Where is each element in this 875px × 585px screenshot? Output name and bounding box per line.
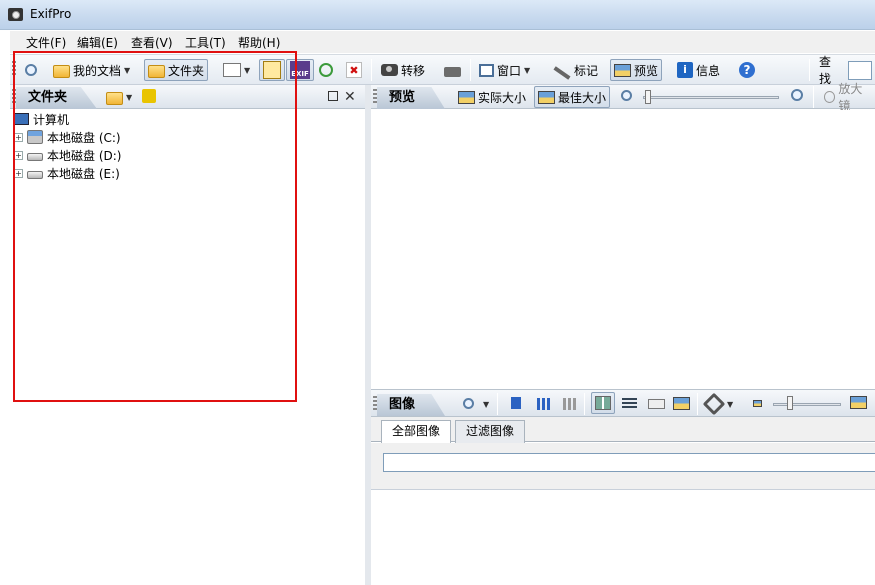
actual-size-label: 实际大小 — [478, 90, 527, 105]
info-icon: i — [677, 62, 693, 78]
restore-pane-icon[interactable] — [328, 91, 338, 101]
image-filter-bar — [371, 443, 875, 490]
help-icon: ? — [739, 62, 755, 78]
toolbar-separator — [497, 393, 498, 415]
thumb-size-slider-thumb[interactable] — [787, 396, 793, 410]
toolbar-separator — [809, 59, 810, 81]
small-thumbnails-icon[interactable] — [563, 398, 577, 410]
refresh-icon — [319, 63, 333, 77]
chevron-down-icon[interactable]: ▼ — [483, 400, 489, 409]
find-input[interactable] — [848, 60, 872, 80]
delete-button[interactable]: ✖ — [343, 59, 365, 81]
chevron-down-icon[interactable]: ▼ — [524, 66, 530, 75]
toolbar-separator — [697, 393, 698, 415]
image-icon — [538, 90, 555, 104]
large-image-icon — [850, 396, 867, 409]
thumb-size-slider-track[interactable] — [773, 403, 841, 406]
menu-tools[interactable]: 工具(T) — [185, 34, 226, 51]
window-title: ExifPro — [30, 7, 72, 21]
image-pane-tab[interactable]: 图像 — [377, 394, 446, 416]
menu-view[interactable]: 查看(V) — [131, 34, 173, 51]
pencil-icon — [553, 66, 571, 80]
window-label: 窗口 — [497, 63, 522, 78]
thumbnails-icon[interactable] — [537, 398, 551, 410]
magnifier-icon — [824, 91, 836, 103]
filter-input[interactable] — [383, 453, 875, 472]
title-bar: ExifPro — [0, 0, 875, 30]
grid-view-button[interactable] — [591, 392, 615, 414]
print-button[interactable] — [441, 59, 464, 81]
zoom-in-icon[interactable] — [791, 89, 803, 101]
image-icon — [458, 90, 475, 104]
preview-area[interactable] — [371, 110, 875, 386]
best-fit-label: 最佳大小 — [558, 90, 607, 105]
list-view-icon[interactable] — [622, 398, 637, 410]
preview-button[interactable]: 预览 — [610, 59, 663, 81]
zoom-slider-thumb[interactable] — [645, 90, 651, 104]
best-fit-button[interactable]: 最佳大小 — [534, 86, 611, 108]
mark-button[interactable]: 标记 — [550, 59, 601, 81]
zoom-out-icon[interactable] — [621, 90, 632, 101]
mark-label: 标记 — [574, 63, 599, 78]
image-pane-header: 图像 ▼ ▼ — [371, 389, 875, 417]
find-box: 查找 — [816, 55, 875, 86]
search-icon[interactable] — [463, 398, 474, 409]
details-view-icon[interactable] — [648, 399, 665, 409]
preview-label: 预览 — [634, 63, 659, 78]
info-label: 信息 — [696, 63, 721, 78]
delete-icon: ✖ — [346, 62, 362, 78]
menu-file[interactable]: 文件(F) — [26, 34, 66, 51]
magnifier-button[interactable]: 放大镜 — [821, 82, 875, 113]
grid-view-icon — [595, 396, 611, 410]
window-icon — [479, 63, 494, 77]
transfer-label: 转移 — [401, 63, 426, 78]
image-view-icon[interactable] — [673, 397, 690, 410]
zoom-slider-track[interactable] — [643, 96, 779, 99]
info-button[interactable]: i 信息 — [674, 59, 723, 81]
preview-image-icon — [614, 63, 631, 77]
transfer-button[interactable]: 转移 — [378, 59, 428, 81]
camera-icon — [381, 64, 398, 76]
tools-icon[interactable] — [702, 392, 726, 416]
tab-filtered-images[interactable]: 过滤图像 — [455, 420, 526, 443]
toolbar-separator — [584, 393, 585, 415]
toolbar-separator — [371, 59, 372, 81]
preview-pane-header: 预览 实际大小 最佳大小 放大镜 — [371, 82, 875, 113]
toolbar-separator — [813, 86, 814, 108]
actual-size-button[interactable]: 实际大小 — [455, 86, 529, 108]
refresh-button[interactable] — [316, 59, 336, 81]
preview-pane-tab[interactable]: 预览 — [377, 87, 446, 109]
pane-grip[interactable] — [373, 89, 377, 105]
close-icon[interactable]: ✕ — [344, 89, 356, 105]
help-button[interactable]: ? — [736, 59, 758, 81]
tab-all-images[interactable]: 全部图像 — [381, 420, 452, 444]
menu-bar: 文件(F) 编辑(E) 查看(V) 工具(T) 帮助(H) — [10, 31, 875, 53]
magnifier-label: 放大镜 — [838, 82, 863, 113]
image-list[interactable] — [371, 491, 875, 585]
small-image-icon — [753, 400, 762, 407]
highlight-rectangle — [13, 51, 297, 402]
select-icon[interactable] — [511, 397, 521, 409]
camera-app-icon — [8, 8, 23, 21]
chevron-down-icon[interactable]: ▼ — [727, 400, 733, 409]
menu-edit[interactable]: 编辑(E) — [77, 34, 118, 51]
window-button[interactable]: 窗口 ▼ — [476, 59, 533, 81]
image-tabs: 全部图像 过滤图像 — [371, 417, 875, 444]
pane-grip[interactable] — [373, 396, 377, 412]
menu-help[interactable]: 帮助(H) — [238, 34, 280, 51]
printer-icon — [444, 67, 461, 77]
toolbar-separator — [470, 59, 471, 81]
